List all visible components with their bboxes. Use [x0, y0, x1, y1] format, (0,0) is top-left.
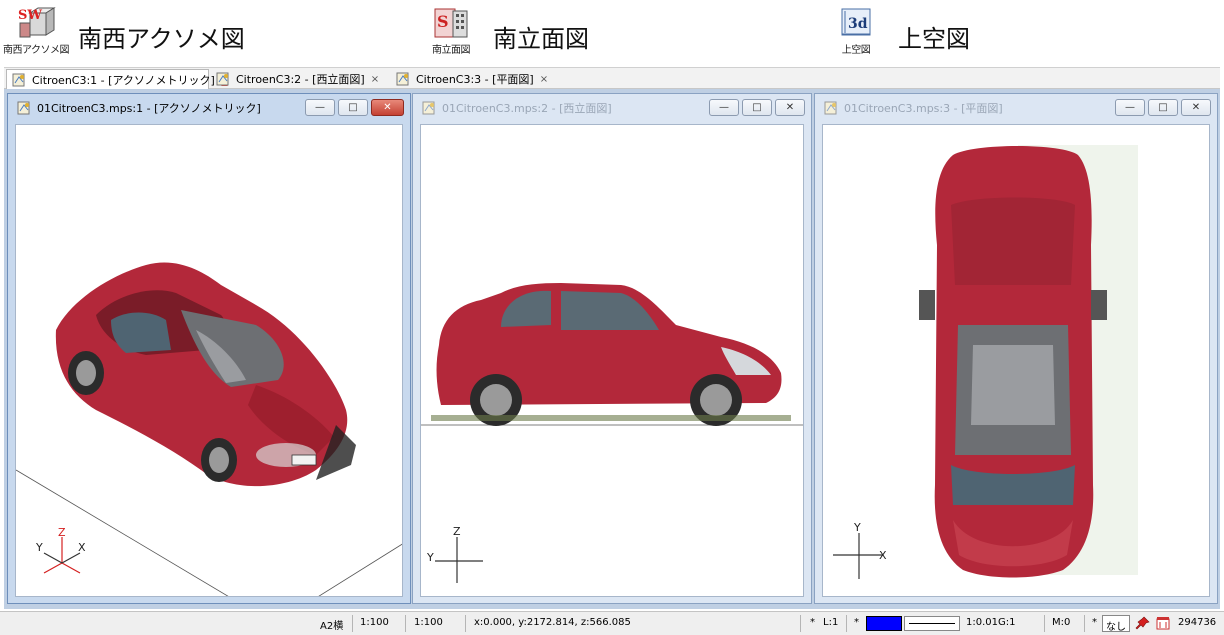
status-scale[interactable]: 1:100 [360, 617, 389, 628]
close-button[interactable]: ✕ [371, 99, 404, 116]
view-toolbar: SW 南西アクソメ図 南西アクソメ図 S 南立面図 南立面図 3d 上空図 上空… [0, 0, 1224, 66]
axis-label-y: Y [426, 551, 434, 564]
car-pointcloud-axonometric [55, 262, 356, 487]
axis-gizmo: Z Y X [35, 526, 86, 574]
close-button[interactable]: ✕ [775, 99, 805, 116]
line-type-swatch[interactable] [904, 616, 960, 631]
tab-citroen-3[interactable]: CitroenC3:3 - [平面図] × [391, 69, 556, 89]
view-button-label: 南西アクソメ図 [78, 24, 245, 53]
axis-label-y: Y [35, 541, 43, 554]
status-separator [1044, 615, 1045, 632]
axis-label-z: Z [58, 526, 66, 539]
window-title: 01CitroenC3.mps:1 - [アクソノメトリック] [37, 102, 261, 115]
document-icon [395, 72, 411, 86]
close-button[interactable]: ✕ [1181, 99, 1211, 116]
status-scale-2[interactable]: 1:100 [414, 617, 443, 628]
mdi-work-area: 01CitroenC3.mps:1 - [アクソノメトリック] — □ ✕ Z … [4, 89, 1220, 609]
line-color-swatch[interactable] [866, 616, 902, 631]
svg-text:S: S [437, 12, 449, 31]
status-separator [405, 615, 406, 632]
document-icon [16, 101, 32, 115]
status-line-scale[interactable]: 1:0.01 [966, 617, 998, 628]
status-nashi-field[interactable]: なし [1102, 615, 1130, 633]
status-bar: A2横 1:100 1:100 x:0.000, y:2172.814, z:5… [0, 611, 1224, 635]
car-pointcloud-top [919, 145, 1138, 578]
status-star: * [854, 617, 859, 628]
status-separator [846, 615, 847, 632]
viewport-window-west-elevation[interactable]: 01CitroenC3.mps:2 - [西立面図] — □ ✕ Z Y [412, 93, 812, 604]
minimize-button[interactable]: — [709, 99, 739, 116]
status-layer[interactable]: L:1 [823, 617, 838, 628]
status-separator [1084, 615, 1085, 632]
tab-citroen-2[interactable]: CitroenC3:2 - [西立面図] × [211, 69, 389, 89]
maximize-button[interactable]: □ [742, 99, 772, 116]
status-separator [800, 615, 801, 632]
maximize-button[interactable]: □ [338, 99, 368, 116]
status-star: * [810, 617, 815, 628]
document-tab-bar: CitroenC3:1 - [アクソノメトリック] × CitroenC3:2 … [4, 67, 1220, 89]
view-button-caption: 南西アクソメ図 [3, 45, 70, 56]
axis-gizmo: Y X [833, 521, 887, 579]
status-paper-size[interactable]: A2横 [320, 617, 343, 632]
status-group[interactable]: G:1 [998, 617, 1015, 628]
viewport-window-plan[interactable]: 01CitroenC3.mps:3 - [平面図] — □ ✕ Y X [814, 93, 1218, 604]
elevation-south-icon: S 南立面図 [423, 3, 479, 56]
tab-label: CitroenC3:3 - [平面図] [416, 73, 534, 86]
view-button-south-elevation[interactable]: S 南立面図 南立面図 [423, 3, 589, 56]
elevation-scene: Z Y [421, 283, 803, 583]
minimize-button[interactable]: — [1115, 99, 1145, 116]
document-icon [215, 72, 231, 86]
tab-close-icon[interactable]: × [371, 74, 379, 85]
tab-close-icon[interactable]: × [540, 74, 548, 85]
axonometric-sw-icon: SW 南西アクソメ図 [3, 3, 70, 56]
axis-label-y: Y [853, 521, 861, 534]
plan-scene: Y X [833, 145, 1138, 579]
document-icon [421, 101, 437, 115]
minimize-button[interactable]: — [305, 99, 335, 116]
status-separator [352, 615, 353, 632]
svg-text:SW: SW [18, 8, 42, 23]
window-title: 01CitroenC3.mps:2 - [西立面図] [442, 102, 612, 115]
document-icon [11, 73, 27, 87]
pin-icon[interactable] [1135, 615, 1151, 634]
status-mode[interactable]: M:0 [1052, 617, 1070, 628]
status-point-count: 294736 [1178, 617, 1217, 628]
window-title: 01CitroenC3.mps:3 - [平面図] [844, 102, 1003, 115]
axis-label-x: X [78, 541, 86, 554]
counter-icon [1155, 615, 1171, 634]
tab-label: CitroenC3:1 - [アクソノメトリック] [32, 73, 215, 87]
view-button-caption: 上空図 [841, 45, 871, 56]
viewport-canvas[interactable]: Z Y X [15, 124, 403, 597]
status-star: * [1092, 617, 1097, 628]
viewport-canvas[interactable]: Z Y [420, 124, 804, 597]
view-button-sky[interactable]: 3d 上空図 上空図 [828, 3, 970, 56]
viewport-canvas[interactable]: Y X [822, 124, 1210, 597]
view-button-southwest-axo[interactable]: SW 南西アクソメ図 南西アクソメ図 [3, 3, 245, 56]
sky-view-glyph-text: 3d [848, 16, 868, 32]
axis-gizmo: Z Y [426, 525, 483, 583]
viewport-window-axonometric[interactable]: 01CitroenC3.mps:1 - [アクソノメトリック] — □ ✕ Z … [7, 93, 411, 604]
tab-label: CitroenC3:2 - [西立面図] [236, 73, 365, 86]
view-button-caption: 南立面図 [432, 45, 471, 56]
status-separator [465, 615, 466, 632]
car-pointcloud-side [431, 283, 791, 426]
tab-citroen-1[interactable]: CitroenC3:1 - [アクソノメトリック] × [6, 69, 229, 89]
axis-label-z: Z [453, 525, 461, 538]
view-button-label: 南立面図 [493, 24, 589, 53]
view-button-label: 上空図 [898, 24, 970, 53]
status-coordinates: x:0.000, y:2172.814, z:566.085 [474, 617, 631, 628]
maximize-button[interactable]: □ [1148, 99, 1178, 116]
document-icon [823, 101, 839, 115]
sky-view-3d-icon: 3d 上空図 [828, 3, 884, 56]
axonometric-scene: Z Y X [16, 262, 402, 596]
axis-label-x: X [879, 549, 887, 562]
